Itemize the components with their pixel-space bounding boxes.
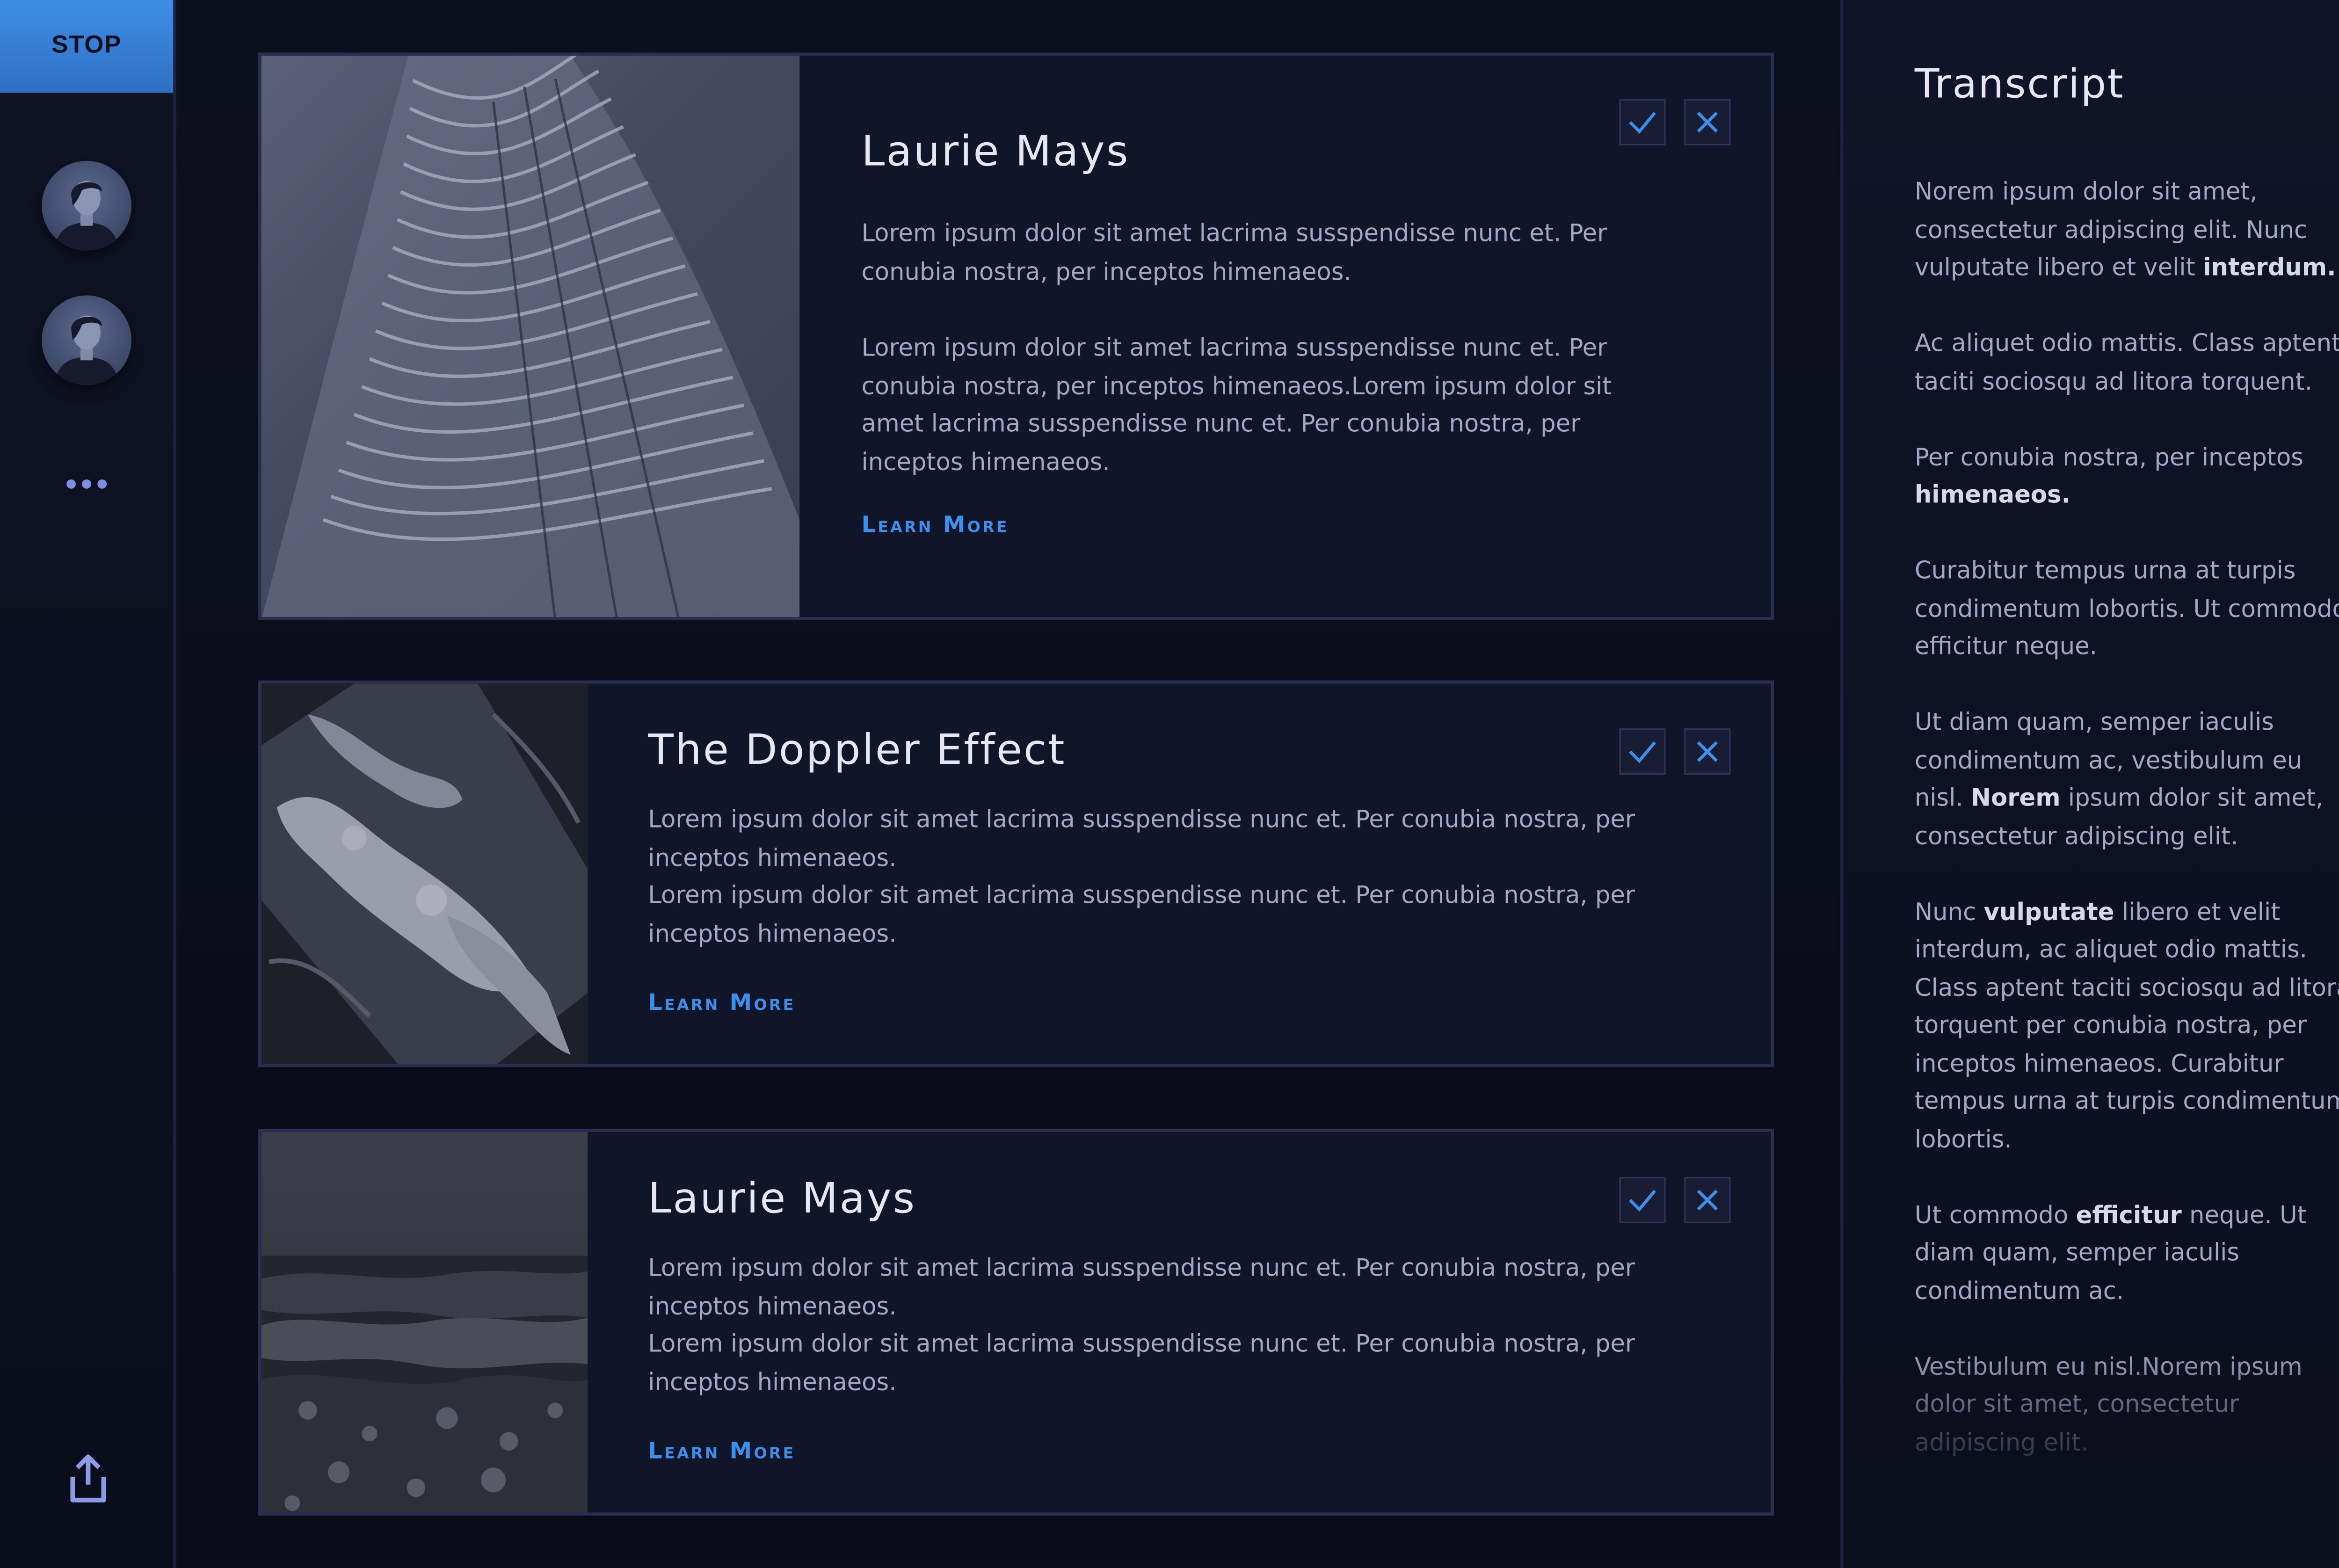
- avatar[interactable]: [42, 295, 132, 385]
- transcript-text: Ut commodo: [1914, 1201, 2076, 1229]
- transcript-text: Ac aliquet odio mattis. Class aptent tac…: [1914, 329, 2339, 395]
- transcript-divider: [1840, 0, 1844, 1568]
- card-title: Laurie Mays: [861, 128, 1130, 176]
- transcript-body: Norem ipsum dolor sit amet, consectetur …: [1915, 173, 2339, 1499]
- card-paragraph: Lorem ipsum dolor sit amet lacrima sussp…: [861, 334, 1612, 476]
- reject-button[interactable]: [1684, 728, 1731, 775]
- sidebar-divider: [173, 0, 176, 1568]
- accept-button[interactable]: [1619, 728, 1666, 775]
- transcript-paragraph: Ac aliquet odio mattis. Class aptent tac…: [1915, 325, 2339, 400]
- transcript-paragraph: Nunc vulputate libero et velit interdum,…: [1915, 893, 2339, 1158]
- learn-more-link[interactable]: Learn More: [648, 991, 795, 1016]
- card-paragraph: Lorem ipsum dolor sit amet lacrima sussp…: [648, 1330, 1635, 1396]
- card-paragraph: Lorem ipsum dolor sit amet lacrima sussp…: [648, 806, 1635, 871]
- transcript-paragraph: Vestibulum eu nisl.Norem ipsum dolor sit…: [1915, 1348, 2339, 1461]
- content-card: Laurie Mays Lorem ipsum dolor sit amet l…: [258, 52, 1774, 620]
- transcript-bold-text: himenaeos.: [1914, 481, 2071, 509]
- share-icon[interactable]: [62, 1451, 114, 1506]
- card-title: The Doppler Effect: [648, 726, 1066, 775]
- content-card: The Doppler Effect Lorem ipsum dolor sit…: [258, 680, 1774, 1067]
- accept-button[interactable]: [1619, 99, 1666, 145]
- transcript-paragraph: Curabitur tempus urna at turpis condimen…: [1915, 552, 2339, 666]
- content-card: Laurie Mays Lorem ipsum dolor sit amet l…: [258, 1129, 1774, 1516]
- transcript-paragraph: Per conubia nostra, per inceptos himenae…: [1915, 438, 2339, 514]
- close-icon: [1697, 112, 1718, 133]
- check-icon: [1629, 112, 1656, 134]
- transcript-paragraph: Norem ipsum dolor sit amet, consectetur …: [1915, 173, 2339, 287]
- dot: [66, 479, 76, 489]
- app-root: STOP Laurie Mays Lorem ipsum dolor sit a…: [0, 0, 2339, 1568]
- accept-button[interactable]: [1619, 1176, 1666, 1224]
- dot: [82, 479, 92, 489]
- wavy-skyscraper-image: [261, 56, 800, 617]
- learn-more-link[interactable]: Learn More: [648, 1440, 795, 1465]
- stop-button[interactable]: STOP: [0, 0, 174, 93]
- transcript-text: Curabitur tempus urna at turpis condimen…: [1914, 557, 2339, 661]
- transcript-text: Vestibulum eu nisl.Norem ipsum dolor sit…: [1914, 1352, 2303, 1456]
- transcript-text: Nunc: [1914, 898, 1984, 926]
- learn-more-link[interactable]: Learn More: [861, 514, 1009, 538]
- transcript-panel: Transcript Norem ipsum dolor sit amet, c…: [1843, 0, 2339, 1568]
- close-icon: [1697, 741, 1718, 762]
- transcript-paragraph: Ut diam quam, semper iaculis condimentum…: [1915, 704, 2339, 855]
- person-avatar-icon: [54, 181, 119, 251]
- transcript-text: Per conubia nostra, per inceptos: [1914, 443, 2303, 471]
- transcript-bold-text: interdum.: [2203, 254, 2336, 282]
- transcript-paragraph: Ut commodo efficitur neque. Ut diam quam…: [1915, 1196, 2339, 1310]
- more-options-icon[interactable]: [59, 469, 115, 500]
- check-icon: [1629, 741, 1656, 763]
- transcript-bold-text: vulputate: [1983, 898, 2114, 926]
- reject-button[interactable]: [1684, 1176, 1731, 1224]
- transcript-bold-text: Norem: [1971, 784, 2061, 812]
- transcript-text: libero et velit interdum, ac aliquet odi…: [1914, 898, 2339, 1153]
- transcript-title: Transcript: [1914, 62, 2125, 109]
- reject-button[interactable]: [1684, 99, 1731, 145]
- card-paragraph: Lorem ipsum dolor sit amet lacrima sussp…: [648, 1254, 1635, 1320]
- card-paragraph: Lorem ipsum dolor sit amet lacrima sussp…: [648, 881, 1635, 947]
- marble-texture-image: [261, 683, 588, 1064]
- person-avatar-icon: [54, 315, 119, 385]
- check-icon: [1629, 1190, 1656, 1212]
- avatar[interactable]: [42, 160, 132, 251]
- close-icon: [1697, 1190, 1718, 1211]
- card-title: Laurie Mays: [648, 1175, 916, 1224]
- transcript-bold-text: efficitur: [2076, 1201, 2182, 1229]
- dot: [97, 479, 107, 489]
- card-paragraph: Lorem ipsum dolor sit amet lacrima sussp…: [861, 219, 1607, 285]
- ocean-waves-image: [261, 1132, 588, 1513]
